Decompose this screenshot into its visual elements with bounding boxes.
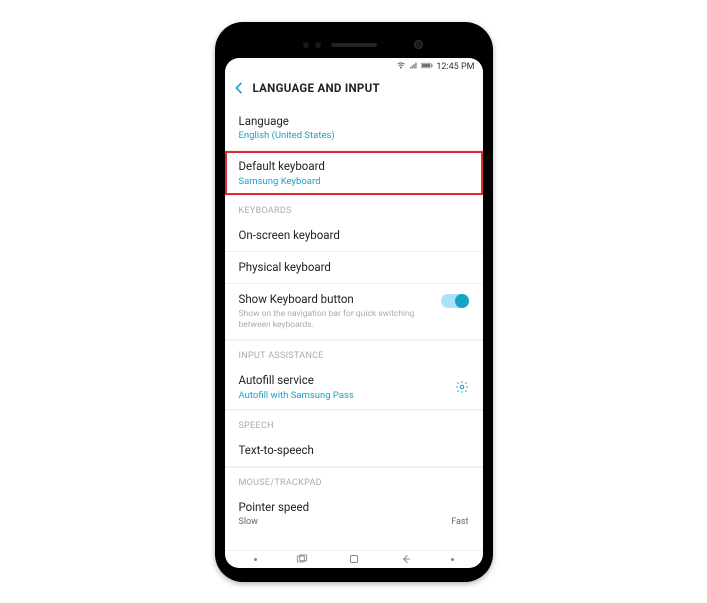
status-bar: 12:45 PM: [225, 58, 483, 76]
nav-dot: [254, 558, 257, 561]
pointer-speed-slider-labels: Slow Fast: [225, 517, 483, 531]
gear-icon[interactable]: [455, 380, 469, 394]
back-icon[interactable]: [231, 80, 247, 96]
phone-frame: 12:45 PM LANGUAGE AND INPUT Language Eng…: [215, 22, 493, 582]
signal-icon: [409, 61, 418, 73]
battery-icon: [421, 61, 433, 73]
autofill-sub: Autofill with Samsung Pass: [239, 390, 354, 401]
show-keyboard-button-toggle[interactable]: [441, 294, 469, 308]
physical-keyboard-item[interactable]: Physical keyboard: [225, 252, 483, 284]
section-keyboards: KEYBOARDS: [225, 195, 483, 220]
show-keyboard-button-desc: Show on the navigation bar for quick swi…: [239, 309, 433, 331]
physical-keyboard-title: Physical keyboard: [239, 260, 469, 275]
section-speech: SPEECH: [225, 410, 483, 435]
pointer-speed-title: Pointer speed: [239, 500, 469, 515]
navigation-bar: [225, 550, 483, 568]
default-keyboard-title: Default keyboard: [239, 159, 469, 174]
onscreen-keyboard-title: On-screen keyboard: [239, 228, 469, 243]
autofill-title: Autofill service: [239, 373, 354, 388]
onscreen-keyboard-item[interactable]: On-screen keyboard: [225, 220, 483, 252]
default-keyboard-item[interactable]: Default keyboard Samsung Keyboard: [225, 151, 483, 195]
show-keyboard-button-title: Show Keyboard button: [239, 292, 433, 307]
wifi-icon: [396, 60, 406, 73]
screen: 12:45 PM LANGUAGE AND INPUT Language Eng…: [225, 58, 483, 568]
page-title: LANGUAGE AND INPUT: [253, 81, 380, 95]
phone-top: [225, 32, 483, 58]
back-nav-icon[interactable]: [399, 552, 413, 566]
section-mouse: MOUSE/TRACKPAD: [225, 467, 483, 492]
slider-slow-label: Slow: [239, 517, 258, 527]
show-keyboard-button-item[interactable]: Show Keyboard button Show on the navigat…: [225, 284, 483, 340]
autofill-service-item[interactable]: Autofill service Autofill with Samsung P…: [225, 365, 483, 410]
slider-fast-label: Fast: [451, 517, 468, 527]
page-header: LANGUAGE AND INPUT: [225, 76, 483, 106]
language-title: Language: [239, 114, 469, 129]
default-keyboard-sub: Samsung Keyboard: [239, 176, 469, 187]
text-to-speech-item[interactable]: Text-to-speech: [225, 435, 483, 467]
home-icon[interactable]: [347, 552, 361, 566]
tts-title: Text-to-speech: [239, 443, 469, 458]
nav-dot-right: [451, 558, 454, 561]
language-sub: English (United States): [239, 130, 469, 141]
settings-list[interactable]: Language English (United States) Default…: [225, 106, 483, 550]
recents-icon[interactable]: [295, 552, 309, 566]
section-input-assistance: INPUT ASSISTANCE: [225, 340, 483, 365]
clock-text: 12:45 PM: [436, 62, 474, 72]
pointer-speed-item[interactable]: Pointer speed: [225, 492, 483, 517]
language-item[interactable]: Language English (United States): [225, 106, 483, 151]
